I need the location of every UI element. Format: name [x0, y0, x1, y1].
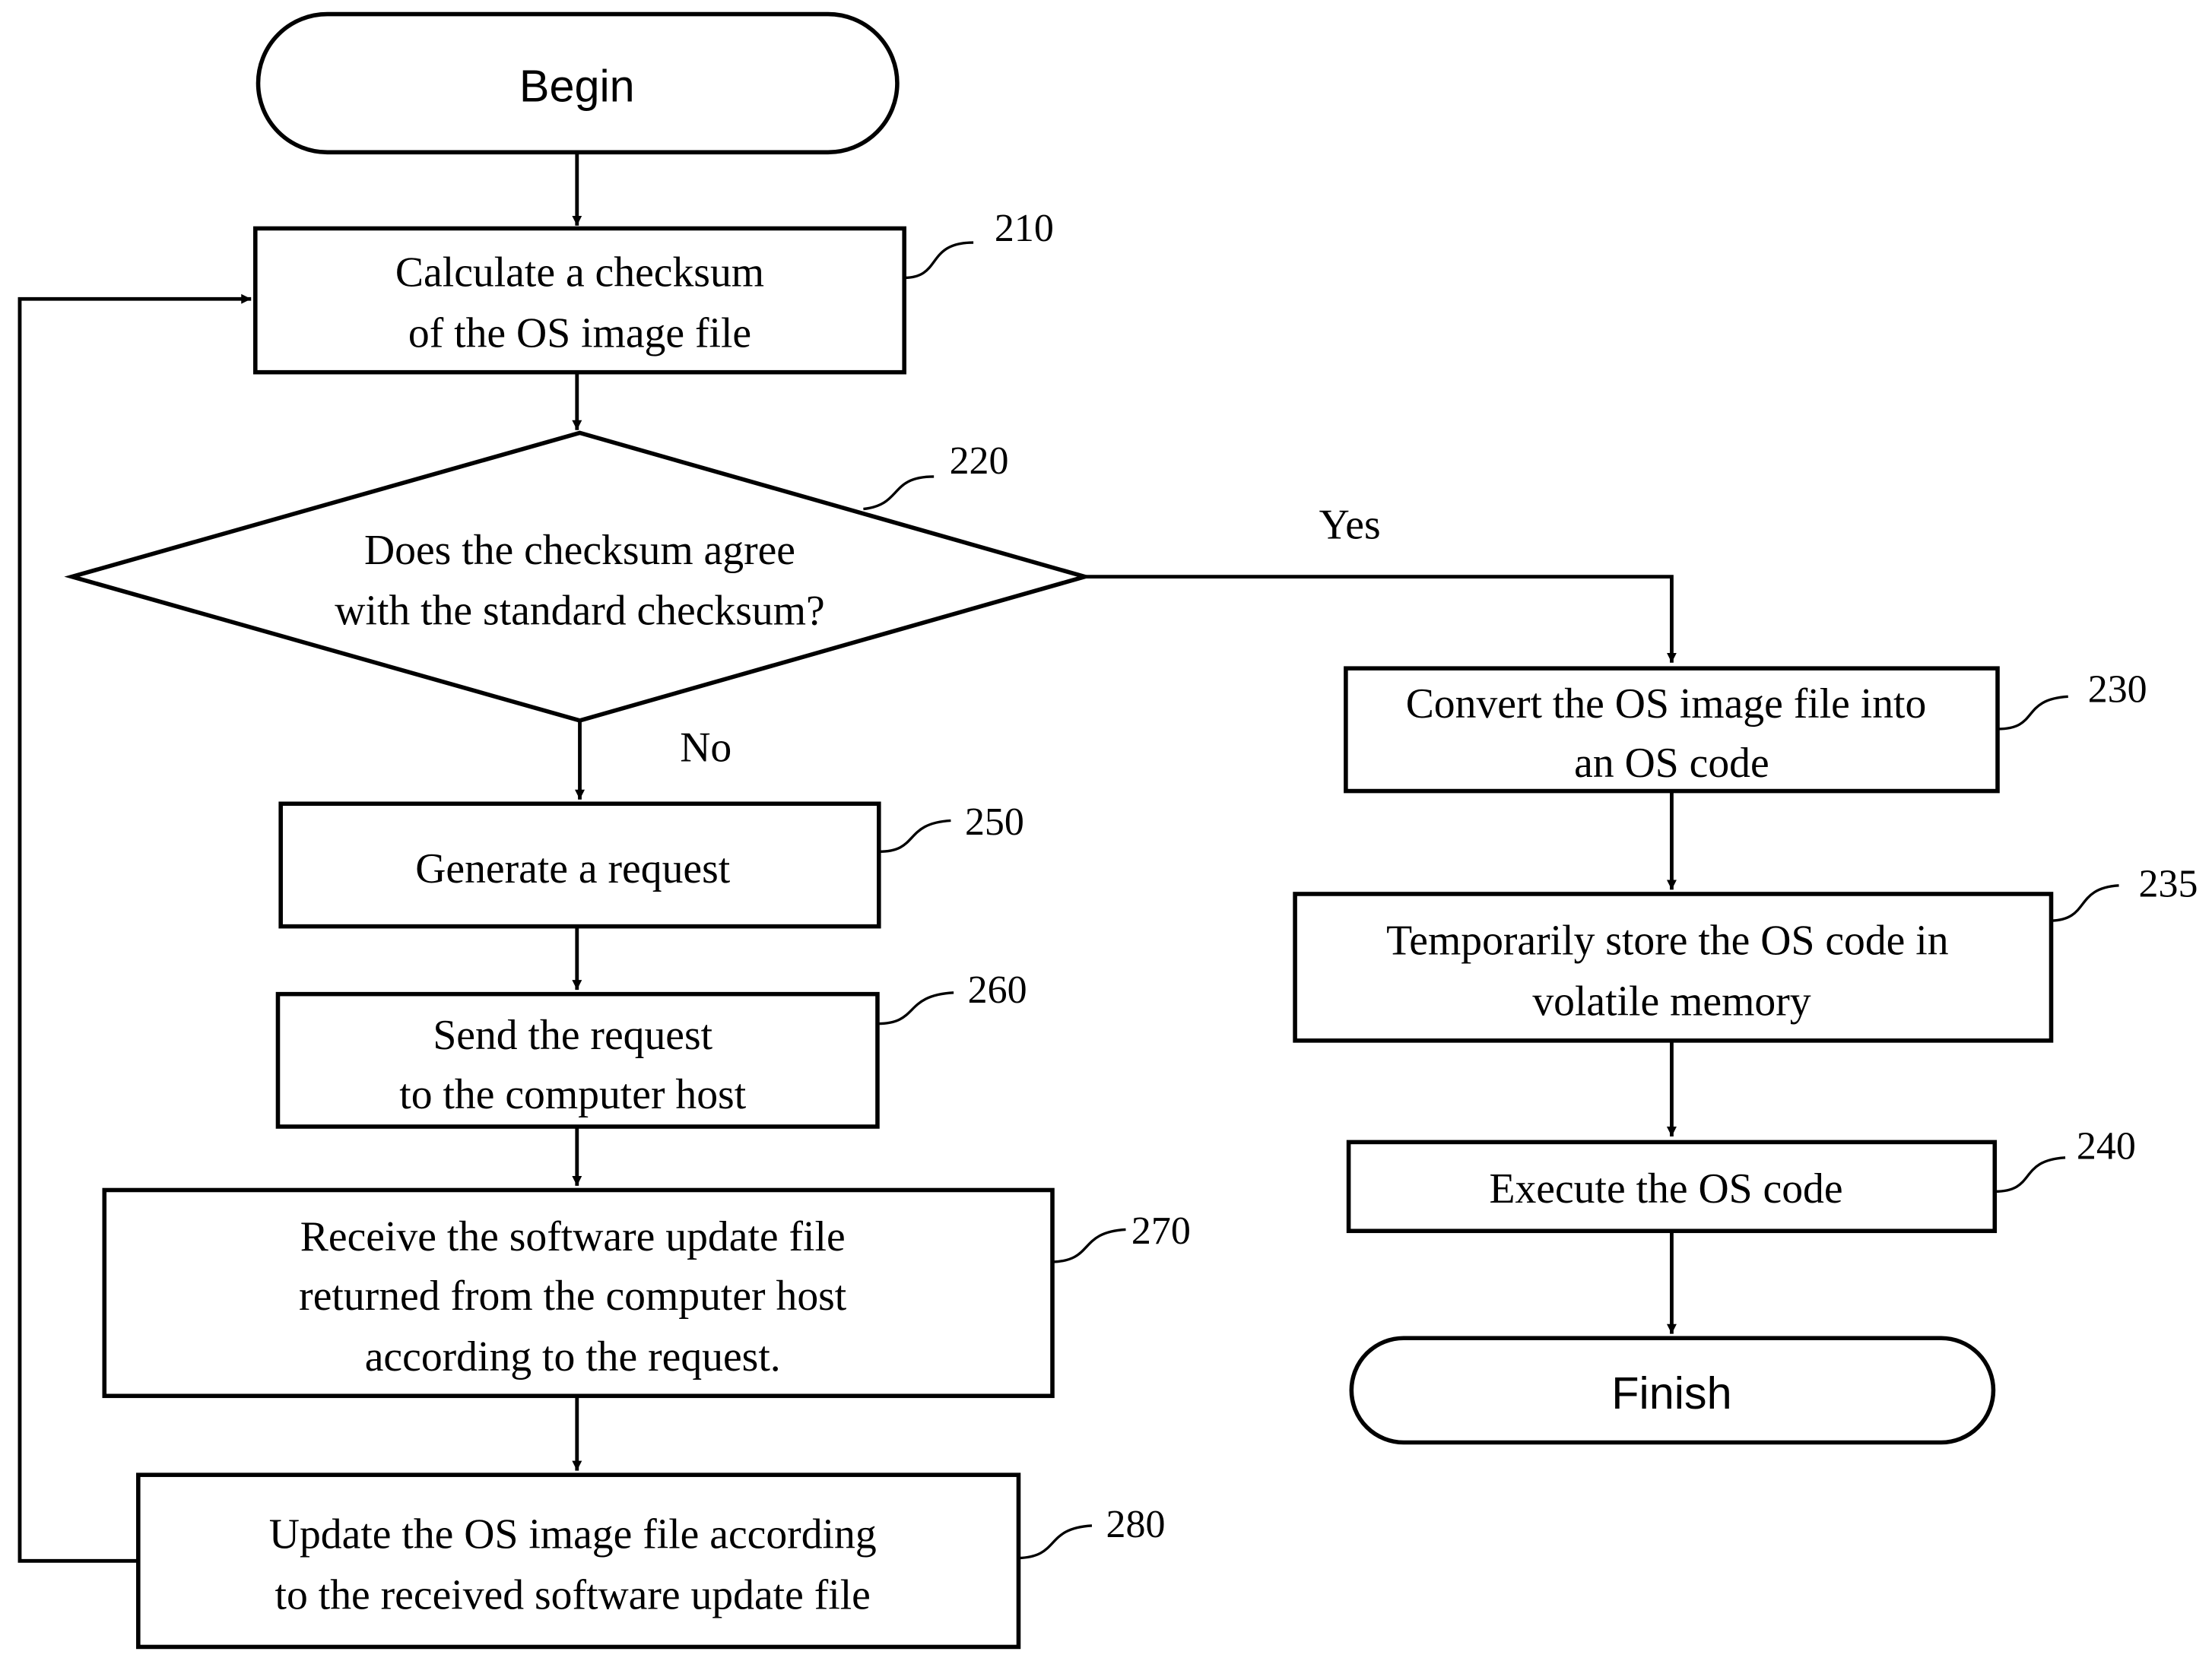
arrow-yes-to-230 [1084, 575, 1677, 663]
step-230-line-1: Convert the OS image file into [1406, 680, 1927, 727]
step-260-leader [877, 991, 954, 1025]
finish-label: Finish [1611, 1368, 1731, 1419]
step-280-box [136, 1472, 1021, 1650]
step-230-ref: 230 [2088, 668, 2147, 712]
step-280-leader [1018, 1524, 1093, 1560]
step-250-ref: 250 [965, 800, 1024, 844]
step-240-ref: 240 [2077, 1125, 2136, 1168]
step-235-line-2: volatile memory [1532, 978, 1811, 1025]
step-240-line-1: Execute the OS code [1489, 1165, 1842, 1212]
step-230-leader [1998, 695, 2068, 731]
step-240-leader [1995, 1156, 2066, 1193]
yes-label: Yes [1319, 502, 1381, 549]
step-270-leader [1052, 1228, 1126, 1263]
step-280-line-2: to the received software update file [275, 1571, 871, 1618]
step-270-line-1: Receive the software update file [300, 1213, 846, 1260]
step-230: Convert the OS image file into an OS cod… [1344, 666, 2147, 794]
begin-terminal: Begin [255, 11, 900, 155]
decision-220-line-2: with the standard checksum? [335, 588, 824, 635]
decision-220-ref: 220 [950, 439, 1009, 483]
step-260-line-2: to the computer host [399, 1071, 746, 1118]
step-270-ref: 270 [1131, 1209, 1191, 1253]
step-280-ref: 280 [1106, 1503, 1166, 1546]
step-230-line-2: an OS code [1574, 740, 1769, 787]
step-240: Execute the OS code 240 [1346, 1125, 2136, 1234]
step-210-line-2: of the OS image file [408, 309, 751, 357]
step-250: Generate a request 250 [278, 800, 1024, 929]
step-270-line-2: returned from the computer host [299, 1273, 847, 1320]
step-250-line-1: Generate a request [415, 845, 731, 892]
step-210-ref: 210 [995, 207, 1054, 250]
step-210: Calculate a checksum of the OS image fil… [253, 207, 1054, 375]
step-235: Temporarily store the OS code in volatil… [1293, 863, 2198, 1043]
step-250-leader [878, 819, 951, 853]
step-270-line-3: according to the request. [365, 1333, 781, 1380]
finish-terminal: Finish [1349, 1336, 1996, 1445]
step-280: Update the OS image file according to th… [136, 1472, 1166, 1650]
begin-label: Begin [519, 61, 635, 112]
step-260-ref: 260 [968, 968, 1027, 1012]
step-235-line-1: Temporarily store the OS code in [1386, 918, 1948, 965]
decision-220: Does the checksum agree with the standar… [64, 430, 1093, 723]
step-260: Send the request to the computer host 26… [275, 968, 1027, 1129]
step-260-line-1: Send the request [433, 1012, 712, 1059]
step-210-leader [904, 241, 974, 280]
step-210-line-1: Calculate a checksum [395, 249, 764, 296]
decision-220-leader [863, 475, 935, 511]
step-235-leader [2051, 884, 2119, 922]
flowchart: Begin Calculate a checksum of the OS ima… [17, 11, 2198, 1650]
decision-220-line-1: Does the checksum agree [364, 527, 795, 574]
no-label: No [680, 724, 732, 772]
step-235-ref: 235 [2139, 863, 2198, 906]
step-270: Receive the software update file returne… [102, 1187, 1191, 1399]
step-280-line-1: Update the OS image file according [269, 1511, 877, 1558]
